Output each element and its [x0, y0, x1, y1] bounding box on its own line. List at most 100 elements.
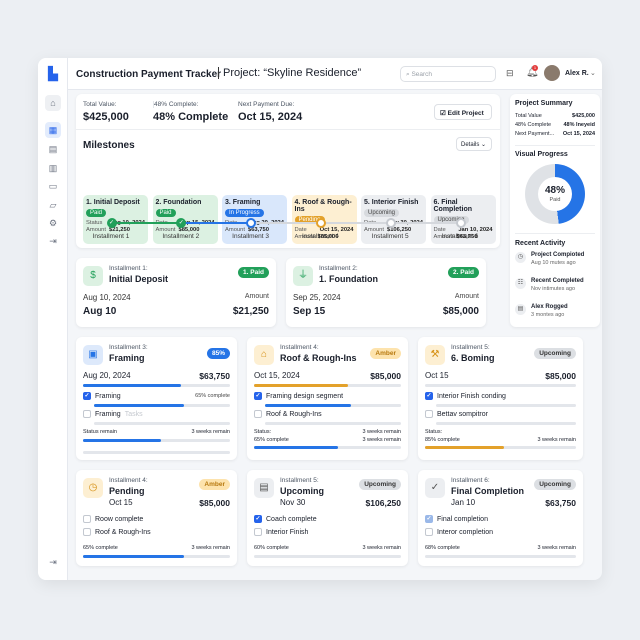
- completion-progress-bar: [425, 555, 576, 558]
- amount: $63,750: [545, 498, 576, 508]
- installment-card[interactable]: ◷ Installment 4: Pending Oct 15 Amber $8…: [76, 470, 237, 566]
- edit-project-button[interactable]: ☑ Edit Project: [434, 104, 492, 120]
- task-checkbox[interactable]: Bettav sompitror: [425, 410, 492, 418]
- installment-label: Installment 4:: [109, 477, 148, 484]
- task-checkbox[interactable]: Interior Finish: [254, 528, 308, 536]
- amount-label: Amount: [244, 293, 269, 300]
- user-name[interactable]: Alex R.: [565, 70, 589, 77]
- search-input[interactable]: ⌕ Search: [400, 66, 496, 82]
- chevron-down-icon[interactable]: ⌄: [590, 69, 596, 77]
- task-checkbox[interactable]: ✓ Final completion: [425, 515, 488, 523]
- step-marker: [455, 218, 466, 228]
- avatar[interactable]: [544, 65, 560, 81]
- payment-progress-bar: [425, 384, 576, 387]
- progress-paid-label: Paid: [549, 197, 561, 203]
- task-checkbox[interactable]: ✓ Framing design segment: [254, 392, 343, 400]
- milestone-name: 1. Initial Deposit: [86, 199, 140, 206]
- task-progress-bar: [436, 404, 576, 407]
- task-checkbox[interactable]: Interor completion: [425, 528, 493, 536]
- installment-card[interactable]: ⏚ Installment 2: 1. Foundation 2. Paid S…: [286, 258, 486, 327]
- step-label: Installment 1: [92, 233, 130, 240]
- installment-card[interactable]: ✓ Installment 6: Final Completion Jan 10…: [418, 470, 583, 566]
- due-date: Jan 10: [451, 498, 476, 507]
- time-remaining: 3 weeks remain: [362, 545, 401, 551]
- step-label: Installment 6: [441, 233, 479, 240]
- home-icon[interactable]: ⌂: [45, 95, 61, 111]
- divider: [515, 233, 595, 234]
- app-window: ▙ ⌂ ▦ ▤ ▥ ▭ ▱ ⚙ ⇥ ⇥ Construction Payment…: [38, 58, 602, 580]
- task-label: Interior Finish: [266, 528, 309, 536]
- task-label: Roow complete: [95, 515, 144, 523]
- due-date: Oct 15: [425, 371, 449, 380]
- calendar-icon[interactable]: ▤: [45, 141, 61, 157]
- status-text: Status:: [425, 429, 443, 435]
- step-marker: [385, 218, 396, 228]
- milestone-date-label: Status: [86, 220, 103, 226]
- status-badge: Amber: [199, 479, 230, 490]
- installment-card[interactable]: ⚒ Installment 5: 6. Boming Upcoming Oct …: [418, 337, 583, 460]
- milestones-title: Milestones: [83, 140, 135, 151]
- due-date-full: Sep 25, 2024: [293, 293, 341, 302]
- progress-line-active: [180, 222, 250, 224]
- installment-card[interactable]: $ Installment 1: Initial Deposit 1. Paid…: [76, 258, 276, 327]
- progress-line-pending: [250, 222, 460, 224]
- activity-time: 3 montes ago: [531, 312, 565, 318]
- clock-icon: ◷: [515, 252, 526, 263]
- details-dropdown[interactable]: Details ⌄: [456, 137, 492, 151]
- document-icon[interactable]: ▭: [45, 178, 61, 194]
- visual-progress-title: Visual Progress: [515, 151, 568, 158]
- step-marker: [315, 218, 326, 228]
- due-date: Aug 10: [83, 306, 117, 317]
- exit-icon[interactable]: ⇥: [45, 554, 61, 570]
- status-text: Status:: [254, 429, 272, 435]
- status-badge: Upcoming: [359, 479, 401, 490]
- due-date-full: Aug 10, 2024: [83, 293, 131, 302]
- dashboard-icon[interactable]: ▦: [45, 122, 61, 138]
- time-remaining: 3 weeks remain: [362, 437, 401, 443]
- complete-value: 48% Complete: [153, 111, 229, 123]
- task-checkbox[interactable]: Roow complete: [83, 515, 143, 523]
- task-checkbox[interactable]: ✓ Coach complete: [254, 515, 317, 523]
- total-label: Total Value:: [83, 101, 117, 108]
- task-checkbox[interactable]: Roof & Rough-Ins: [83, 528, 151, 536]
- installment-card[interactable]: ⌂ Installment 4: Roof & Rough-Ins Amber …: [247, 337, 408, 460]
- task-checkbox[interactable]: Roof & Rough-Ins: [254, 410, 326, 418]
- time-remaining: 3 weeks remain: [537, 545, 576, 551]
- installment-card[interactable]: ▤ Installment 5: Upcoming Nov 30 Upcomin…: [247, 470, 408, 566]
- inbox-icon[interactable]: ⊟: [506, 68, 514, 79]
- milestone-name: 4. Roof & Rough-Ins: [294, 199, 352, 213]
- project-summary-panel: Project Summary Total Value $425,000 48% C…: [510, 94, 600, 327]
- step-label: Installment 2: [162, 233, 200, 240]
- app-title: Construction Payment Tracker: [76, 69, 222, 80]
- chart-icon[interactable]: ▥: [45, 160, 61, 176]
- task-checkbox[interactable]: ✓ Framing: [83, 392, 121, 400]
- panel-title: Project Summary: [515, 100, 573, 107]
- installment-name: 6. Boming: [451, 353, 495, 363]
- installment-label: Installment 3:: [109, 344, 148, 351]
- logout-icon[interactable]: ⇥: [45, 233, 61, 249]
- completion-text: 60% complete: [254, 545, 289, 551]
- status-badge: 1. Paid: [238, 267, 269, 278]
- activity-title[interactable]: Project Compioted: [531, 252, 584, 258]
- payment-progress-bar: [254, 384, 401, 387]
- completion-progress-bar: [254, 555, 401, 558]
- settings-icon[interactable]: ⚙: [45, 215, 61, 231]
- folder-icon[interactable]: ▱: [45, 197, 61, 213]
- installment-label: Installment 4:: [280, 344, 319, 351]
- milestone-name: 6. Final Completion: [433, 199, 473, 213]
- task-checkbox[interactable]: Framing Tasks: [83, 410, 143, 418]
- activity-title[interactable]: Alex Rogged: [531, 304, 568, 310]
- activity-time: Nov intimutes ago: [531, 286, 576, 292]
- task-progress-bar: [94, 404, 230, 407]
- installment-card[interactable]: ▣ Installment 3: Framing 85% Aug 20, 202…: [76, 337, 237, 460]
- activity-title[interactable]: Recent Completed: [531, 278, 584, 284]
- list-icon: ☷: [515, 278, 526, 289]
- task-checkbox[interactable]: ✓ Interior Finish conding: [425, 392, 506, 400]
- installment-name: Pending: [109, 486, 145, 496]
- due-date: Oct 15, 2024: [254, 371, 300, 380]
- milestone-name: 3. Framing: [225, 199, 261, 206]
- installment-name: Initial Deposit: [109, 274, 169, 284]
- status-progress-bar: [254, 446, 401, 449]
- completion-progress-bar: [83, 555, 230, 558]
- due-date: Sep 15: [293, 306, 326, 317]
